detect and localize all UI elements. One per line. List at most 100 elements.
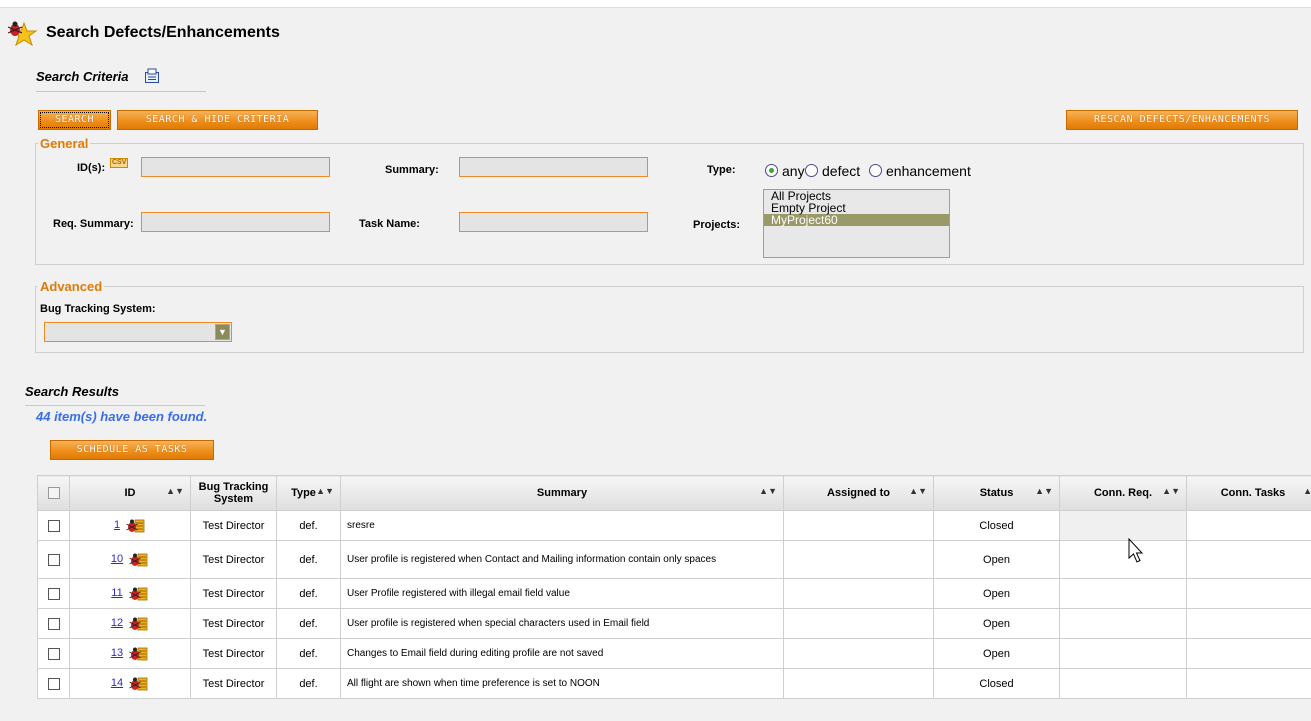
bug-icon <box>129 677 148 690</box>
row-conn-tasks-cell <box>1186 510 1311 541</box>
col-type-header[interactable]: Type ▲▼ <box>276 475 341 511</box>
schedule-as-tasks-button[interactable]: SCHEDULE AS TASKS <box>50 440 214 460</box>
row-checkbox[interactable] <box>47 677 60 690</box>
type-enhancement-radio[interactable] <box>869 164 882 177</box>
table-row[interactable]: 14 Test Director def. All flight are shown … <box>37 668 1311 699</box>
row-conn-req-cell <box>1059 510 1187 541</box>
table-row[interactable]: 12 Test Director def. User profile is regis… <box>37 608 1311 639</box>
col-status-header[interactable]: Status ▲▼ <box>933 475 1060 511</box>
table-row[interactable]: 13 Test Director def. Changes to Email fiel… <box>37 638 1311 669</box>
row-conn-req-cell <box>1059 578 1187 609</box>
chevron-down-icon[interactable]: ▼ <box>215 324 230 340</box>
row-type-cell: def. <box>276 540 341 579</box>
project-option-selected[interactable]: MyProject60 <box>764 214 949 226</box>
bts-select[interactable]: ▼ <box>44 322 232 342</box>
sort-arrows-icon[interactable]: ▲▼ <box>1035 486 1053 496</box>
col-summary-label: Summary <box>536 487 588 499</box>
items-found-text: 44 item(s) have been found. <box>36 409 208 424</box>
row-id-cell: 12 <box>69 608 191 639</box>
table-row[interactable]: 11 Test Director def. User Profile register… <box>37 578 1311 609</box>
col-id-header[interactable]: ID ▲▼ <box>69 475 191 511</box>
col-assigned-header[interactable]: Assigned to ▲▼ <box>783 475 934 511</box>
export-icon[interactable] <box>144 68 160 84</box>
row-status-cell: Open <box>933 638 1060 669</box>
row-select-cell[interactable] <box>37 578 70 609</box>
sort-arrows-icon[interactable]: ▲▼ <box>759 486 777 496</box>
row-select-cell[interactable] <box>37 540 70 579</box>
row-summary-cell: All flight are shown when time preferenc… <box>340 668 784 699</box>
row-assigned-cell <box>783 540 934 579</box>
col-summary-header[interactable]: Summary ▲▼ <box>340 475 784 511</box>
col-bts-header: Bug Tracking System <box>190 475 277 511</box>
task-name-input[interactable] <box>459 212 648 232</box>
page-title: Search Defects/Enhancements <box>46 24 280 41</box>
row-summary-cell: User profile is registered when Contact … <box>340 540 784 579</box>
row-checkbox[interactable] <box>47 587 60 600</box>
row-assigned-cell <box>783 638 934 669</box>
row-checkbox[interactable] <box>47 519 60 532</box>
sort-arrows-icon[interactable]: ▲▼ <box>909 486 927 496</box>
sort-arrows-icon[interactable]: ▲▼ <box>316 486 334 496</box>
table-row[interactable]: 10 Test Director def. User profile is regis… <box>37 540 1311 579</box>
search-results-title: Search Results <box>25 384 119 399</box>
row-checkbox[interactable] <box>47 553 60 566</box>
defect-id-link[interactable]: 12 <box>111 617 123 629</box>
row-conn-tasks-cell <box>1186 668 1311 699</box>
req-summary-input[interactable] <box>141 212 330 232</box>
col-conn-tasks-header[interactable]: Conn. Tasks ▲▼ <box>1186 475 1311 511</box>
summary-input[interactable] <box>459 157 648 177</box>
type-defect-radio[interactable] <box>805 164 818 177</box>
type-any-radio[interactable] <box>765 164 778 177</box>
row-select-cell[interactable] <box>37 510 70 541</box>
table-row[interactable]: 1 Test Director def. sresre Closed <box>37 510 1311 541</box>
select-all-header[interactable] <box>37 475 70 511</box>
col-conn-req-label: Conn. Req. <box>1093 487 1153 499</box>
type-label: Type: <box>707 164 736 176</box>
row-id-cell: 10 <box>69 540 191 579</box>
row-select-cell[interactable] <box>37 638 70 669</box>
results-table: ID ▲▼ Bug Tracking System Type ▲▼ Summary ▲… <box>37 475 1311 699</box>
row-assigned-cell <box>783 608 934 639</box>
row-id-cell: 13 <box>69 638 191 669</box>
search-button[interactable]: SEARCH <box>38 110 111 130</box>
row-select-cell[interactable] <box>37 668 70 699</box>
bug-icon <box>126 519 145 532</box>
row-conn-tasks-cell <box>1186 540 1311 579</box>
sort-arrows-icon[interactable]: ▲▼ <box>1162 486 1180 496</box>
row-summary-cell: sresre <box>340 510 784 541</box>
row-checkbox[interactable] <box>47 647 60 660</box>
bug-icon <box>129 647 148 660</box>
advanced-legend: Advanced <box>40 279 103 294</box>
row-summary-cell: User Profile registered with illegal ema… <box>340 578 784 609</box>
row-checkbox[interactable] <box>47 617 60 630</box>
row-assigned-cell <box>783 510 934 541</box>
row-summary-cell: Changes to Email field during editing pr… <box>340 638 784 669</box>
row-assigned-cell <box>783 668 934 699</box>
type-defect-label: defect <box>822 163 861 179</box>
row-bts-cell: Test Director <box>190 638 277 669</box>
row-status-cell: Open <box>933 578 1060 609</box>
defect-id-link[interactable]: 13 <box>111 647 123 659</box>
csv-badge[interactable]: CSV <box>110 158 129 168</box>
ids-input[interactable] <box>141 157 330 177</box>
results-divider <box>25 405 205 406</box>
row-type-cell: def. <box>276 578 341 609</box>
col-conn-req-header[interactable]: Conn. Req. ▲▼ <box>1059 475 1187 511</box>
col-bts-label: Bug Tracking System <box>198 481 269 505</box>
projects-listbox[interactable]: All Projects Empty Project MyProject60 <box>763 189 950 258</box>
row-status-cell: Open <box>933 608 1060 639</box>
defect-id-link[interactable]: 1 <box>114 519 120 531</box>
sort-arrows-icon[interactable]: ▲▼ <box>1303 486 1311 496</box>
defect-id-link[interactable]: 14 <box>111 677 123 689</box>
row-conn-req-cell <box>1059 668 1187 699</box>
row-conn-tasks-cell <box>1186 638 1311 669</box>
defect-id-link[interactable]: 11 <box>111 587 122 599</box>
sort-arrows-icon[interactable]: ▲▼ <box>166 486 184 496</box>
rescan-button[interactable]: RESCAN DEFECTS/ENHANCEMENTS <box>1066 110 1298 130</box>
defect-id-link[interactable]: 10 <box>111 553 123 565</box>
search-hide-criteria-button[interactable]: SEARCH & HIDE CRITERIA <box>117 110 318 130</box>
row-id-cell: 1 <box>69 510 191 541</box>
row-select-cell[interactable] <box>37 608 70 639</box>
row-bts-cell: Test Director <box>190 510 277 541</box>
select-all-checkbox[interactable] <box>47 487 60 500</box>
